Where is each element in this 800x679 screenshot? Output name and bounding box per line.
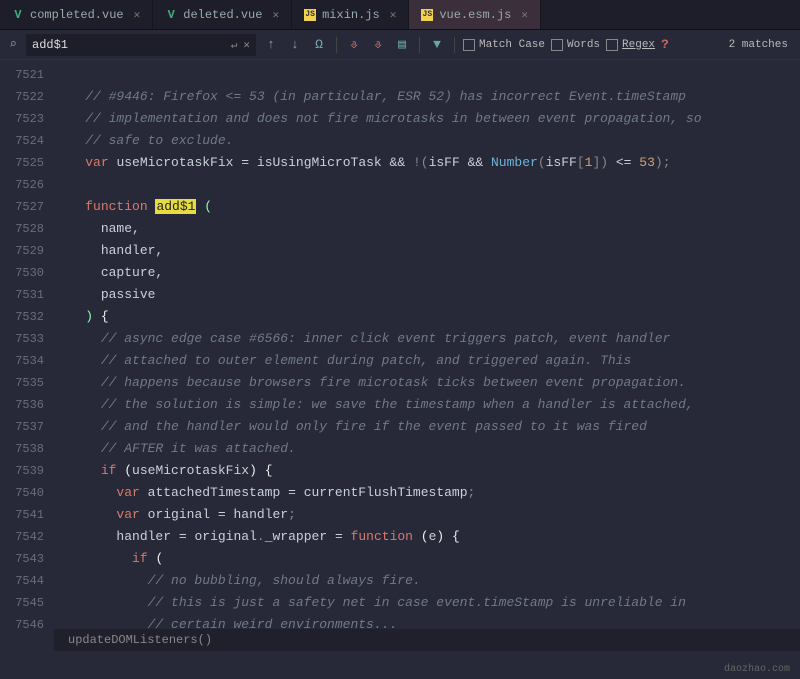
code-line[interactable]: if ( xyxy=(54,548,800,570)
filter-icon[interactable]: ▼ xyxy=(428,36,446,54)
code-editor: 7521752275237524752575267527752875297530… xyxy=(0,60,800,651)
tab-label: vue.esm.js xyxy=(439,8,511,22)
tab-label: mixin.js xyxy=(322,8,380,22)
code-line[interactable]: var useMicrotaskFix = isUsingMicroTask &… xyxy=(54,152,800,174)
help-icon[interactable]: ? xyxy=(661,37,669,52)
file-icon: V xyxy=(165,9,177,21)
tab-close-icon[interactable]: ✕ xyxy=(521,8,528,22)
file-icon: V xyxy=(12,9,24,21)
tab-label: deleted.vue xyxy=(183,8,262,22)
tab-close-icon[interactable]: ✕ xyxy=(390,8,397,22)
line-gutter: 7521752275237524752575267527752875297530… xyxy=(0,60,54,651)
separator xyxy=(419,37,420,53)
find-prev-button[interactable]: ↑ xyxy=(262,36,280,54)
code-line[interactable]: function add$1 ( xyxy=(54,196,800,218)
code-line[interactable]: name, xyxy=(54,218,800,240)
code-line[interactable]: // happens because browsers fire microta… xyxy=(54,372,800,394)
tab-completed-vue[interactable]: Vcompleted.vue ✕ xyxy=(0,0,153,29)
code-line[interactable] xyxy=(54,64,800,86)
find-all-button[interactable]: Ω xyxy=(310,36,328,54)
code-line[interactable]: // no bubbling, should always fire. xyxy=(54,570,800,592)
watermark: daozhao.com xyxy=(724,664,790,675)
code-line[interactable]: ) { xyxy=(54,306,800,328)
tab-close-icon[interactable]: ✕ xyxy=(134,8,141,22)
tab-label: completed.vue xyxy=(30,8,124,22)
code-line[interactable]: var original = handler; xyxy=(54,504,800,526)
separator xyxy=(454,37,455,53)
find-bar: ⌕ ↵ ✕ ↑ ↓ Ω ⎀ ⎀ ▤ ▼ Match Case Words Reg… xyxy=(0,30,800,60)
code-line[interactable]: // and the handler would only fire if th… xyxy=(54,416,800,438)
find-input-box[interactable]: ↵ ✕ xyxy=(26,34,256,56)
code-line[interactable]: handler, xyxy=(54,240,800,262)
code-line[interactable]: // attached to outer element during patc… xyxy=(54,350,800,372)
code-line[interactable]: capture, xyxy=(54,262,800,284)
code-line[interactable]: // the solution is simple: we save the t… xyxy=(54,394,800,416)
search-icon: ⌕ xyxy=(6,37,20,52)
code-line[interactable]: if (useMicrotaskFix) { xyxy=(54,460,800,482)
code-line[interactable]: passive xyxy=(54,284,800,306)
code-line[interactable] xyxy=(54,174,800,196)
tab-deleted-vue[interactable]: Vdeleted.vue ✕ xyxy=(153,0,292,29)
code-line[interactable]: var attachedTimestamp = currentFlushTime… xyxy=(54,482,800,504)
words-checkbox[interactable]: Words xyxy=(551,39,600,51)
enter-icon: ↵ xyxy=(231,38,238,52)
match-case-checkbox[interactable]: Match Case xyxy=(463,39,545,51)
tab-vue-esm-js[interactable]: JS vue.esm.js ✕ xyxy=(409,0,541,29)
add-cursor-left-icon[interactable]: ⎀ xyxy=(345,36,363,54)
find-input[interactable] xyxy=(32,38,225,52)
breadcrumb[interactable]: updateDOMListeners() xyxy=(54,629,800,651)
bookmark-icon[interactable]: ▤ xyxy=(393,36,411,54)
find-next-button[interactable]: ↓ xyxy=(286,36,304,54)
file-icon: JS xyxy=(304,9,316,21)
close-icon[interactable]: ✕ xyxy=(243,38,250,52)
code-line[interactable]: // AFTER it was attached. xyxy=(54,438,800,460)
file-icon: JS xyxy=(421,9,433,21)
code-line[interactable]: // implementation and does not fire micr… xyxy=(54,108,800,130)
code-line[interactable]: // #9446: Firefox <= 53 (in particular, … xyxy=(54,86,800,108)
code-line[interactable]: handler = original._wrapper = function (… xyxy=(54,526,800,548)
tab-close-icon[interactable]: ✕ xyxy=(272,8,279,22)
code-line[interactable]: // this is just a safety net in case eve… xyxy=(54,592,800,614)
match-count: 2 matches xyxy=(729,39,788,51)
code-line[interactable]: // async edge case #6566: inner click ev… xyxy=(54,328,800,350)
code-area[interactable]: // #9446: Firefox <= 53 (in particular, … xyxy=(54,60,800,651)
tab-mixin-js[interactable]: JS mixin.js ✕ xyxy=(292,0,409,29)
add-cursor-right-icon[interactable]: ⎀ xyxy=(369,36,387,54)
code-line[interactable]: // safe to exclude. xyxy=(54,130,800,152)
separator xyxy=(336,37,337,53)
regex-checkbox[interactable]: Regex xyxy=(606,39,655,51)
